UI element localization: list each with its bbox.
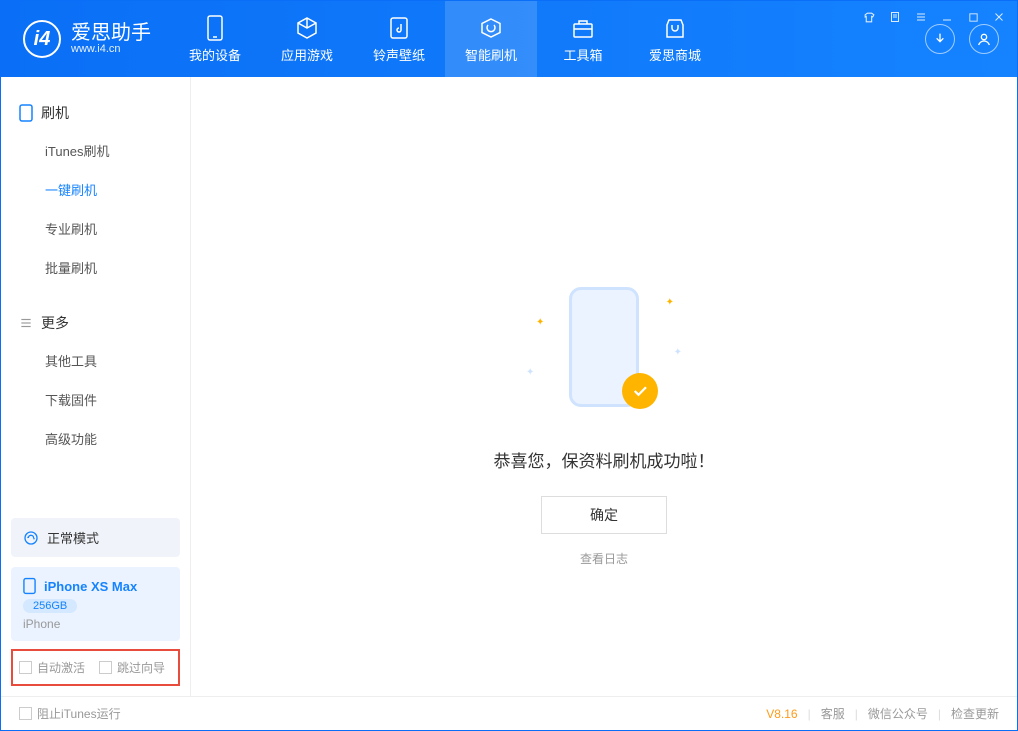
close-icon[interactable] — [991, 9, 1007, 25]
checkbox-row: 自动激活 跳过向导 — [11, 649, 180, 686]
sidebar-section-more: 更多 其他工具 下载固件 高级功能 — [1, 287, 190, 458]
footer: 阻止iTunes运行 V8.16 | 客服 | 微信公众号 | 检查更新 — [1, 696, 1017, 730]
sparkle-icon: ✦ — [666, 297, 674, 308]
nav-tab-device[interactable]: 我的设备 — [169, 1, 261, 77]
checkbox-icon — [19, 707, 32, 720]
sparkle-icon: ✦ — [674, 347, 682, 358]
sidebar-item-batch[interactable]: 批量刷机 — [1, 248, 190, 287]
footer-link-wechat[interactable]: 微信公众号 — [868, 705, 928, 722]
separator: | — [855, 707, 858, 721]
cube-icon — [294, 15, 320, 41]
app-subtitle: www.i4.cn — [71, 43, 151, 55]
menu-icon[interactable] — [913, 9, 929, 25]
phone-icon — [23, 577, 36, 595]
nav-tab-ringtones[interactable]: 铃声壁纸 — [353, 1, 445, 77]
device-storage: 256GB — [23, 599, 77, 613]
sparkle-icon: ✦ — [526, 367, 534, 378]
nav-tab-store[interactable]: 爱思商城 — [629, 1, 721, 77]
nav-tab-flash[interactable]: 智能刷机 — [445, 1, 537, 77]
nav-tab-toolbox[interactable]: 工具箱 — [537, 1, 629, 77]
download-button[interactable] — [925, 24, 955, 54]
footer-link-update[interactable]: 检查更新 — [951, 705, 999, 722]
sidebar-item-oneclick[interactable]: 一键刷机 — [1, 170, 190, 209]
nav-label: 铃声壁纸 — [373, 45, 425, 64]
device-status[interactable]: iPhone XS Max 256GB iPhone — [11, 567, 180, 641]
doc-icon[interactable] — [887, 9, 903, 25]
nav-tabs: 我的设备 应用游戏 铃声壁纸 智能刷机 工具箱 爱思商城 — [169, 1, 721, 77]
sidebar-header-flash: 刷机 — [1, 95, 190, 131]
footer-left: 阻止iTunes运行 — [19, 705, 121, 722]
sidebar-bottom: 正常模式 iPhone XS Max 256GB iPhone 自动激活 — [1, 508, 190, 696]
mode-label: 正常模式 — [47, 528, 99, 547]
logo-icon: i4 — [23, 20, 61, 58]
sidebar-item-othertools[interactable]: 其他工具 — [1, 341, 190, 380]
maximize-icon[interactable] — [965, 9, 981, 25]
nav-label: 应用游戏 — [281, 45, 333, 64]
nav-label: 智能刷机 — [465, 45, 517, 64]
sidebar-item-pro[interactable]: 专业刷机 — [1, 209, 190, 248]
footer-right: V8.16 | 客服 | 微信公众号 | 检查更新 — [766, 705, 999, 722]
body: 刷机 iTunes刷机 一键刷机 专业刷机 批量刷机 更多 其他工具 下载固件 … — [1, 77, 1017, 696]
checkbox-icon — [19, 661, 32, 674]
shirt-icon[interactable] — [861, 9, 877, 25]
sidebar-item-advanced[interactable]: 高级功能 — [1, 419, 190, 458]
checkbox-icon — [99, 661, 112, 674]
minimize-icon[interactable] — [939, 9, 955, 25]
nav-tab-apps[interactable]: 应用游戏 — [261, 1, 353, 77]
success-message: 恭喜您，保资料刷机成功啦！ — [494, 447, 715, 472]
view-log-link[interactable]: 查看日志 — [580, 550, 628, 567]
ok-button[interactable]: 确定 — [541, 496, 667, 534]
sidebar: 刷机 iTunes刷机 一键刷机 专业刷机 批量刷机 更多 其他工具 下载固件 … — [1, 77, 191, 696]
toolbox-icon — [570, 15, 596, 41]
sidebar-header-more: 更多 — [1, 305, 190, 341]
nav-label: 爱思商城 — [649, 45, 701, 64]
checkmark-icon — [622, 373, 658, 409]
header: i4 爱思助手 www.i4.cn 我的设备 应用游戏 铃声壁纸 智能刷机 — [1, 1, 1017, 77]
device-name: iPhone XS Max — [44, 579, 137, 594]
sparkle-icon: ✦ — [536, 317, 544, 328]
device-icon — [202, 15, 228, 41]
sidebar-section-title: 更多 — [41, 313, 69, 333]
title-bar-icons — [861, 9, 1007, 25]
checkbox-label: 自动激活 — [37, 659, 85, 676]
sidebar-item-itunes[interactable]: iTunes刷机 — [1, 131, 190, 170]
checkbox-skip-guide[interactable]: 跳过向导 — [99, 659, 165, 676]
main-content: ✦ ✦ ✦ ✦ 恭喜您，保资料刷机成功啦！ 确定 查看日志 — [191, 77, 1017, 696]
phone-icon — [19, 104, 33, 122]
store-icon — [662, 15, 688, 41]
mode-status[interactable]: 正常模式 — [11, 518, 180, 557]
sync-icon — [23, 530, 39, 546]
app-window: i4 爱思助手 www.i4.cn 我的设备 应用游戏 铃声壁纸 智能刷机 — [0, 0, 1018, 731]
nav-label: 工具箱 — [563, 45, 602, 64]
footer-link-support[interactable]: 客服 — [821, 705, 845, 722]
success-illustration: ✦ ✦ ✦ ✦ — [524, 277, 684, 427]
sidebar-section-title: 刷机 — [41, 103, 69, 123]
menu-icon — [19, 316, 33, 330]
user-button[interactable] — [969, 24, 999, 54]
separator: | — [808, 707, 811, 721]
refresh-icon — [478, 15, 504, 41]
device-type: iPhone — [23, 617, 60, 631]
checkbox-block-itunes[interactable]: 阻止iTunes运行 — [19, 705, 121, 722]
version-label: V8.16 — [766, 707, 797, 721]
nav-label: 我的设备 — [189, 45, 241, 64]
sidebar-section-flash: 刷机 iTunes刷机 一键刷机 专业刷机 批量刷机 — [1, 77, 190, 287]
app-title: 爱思助手 — [71, 23, 151, 43]
logo: i4 爱思助手 www.i4.cn — [1, 1, 169, 77]
music-icon — [386, 15, 412, 41]
checkbox-auto-activate[interactable]: 自动激活 — [19, 659, 85, 676]
checkbox-label: 阻止iTunes运行 — [37, 705, 121, 722]
separator: | — [938, 707, 941, 721]
checkbox-label: 跳过向导 — [117, 659, 165, 676]
sidebar-item-firmware[interactable]: 下载固件 — [1, 380, 190, 419]
